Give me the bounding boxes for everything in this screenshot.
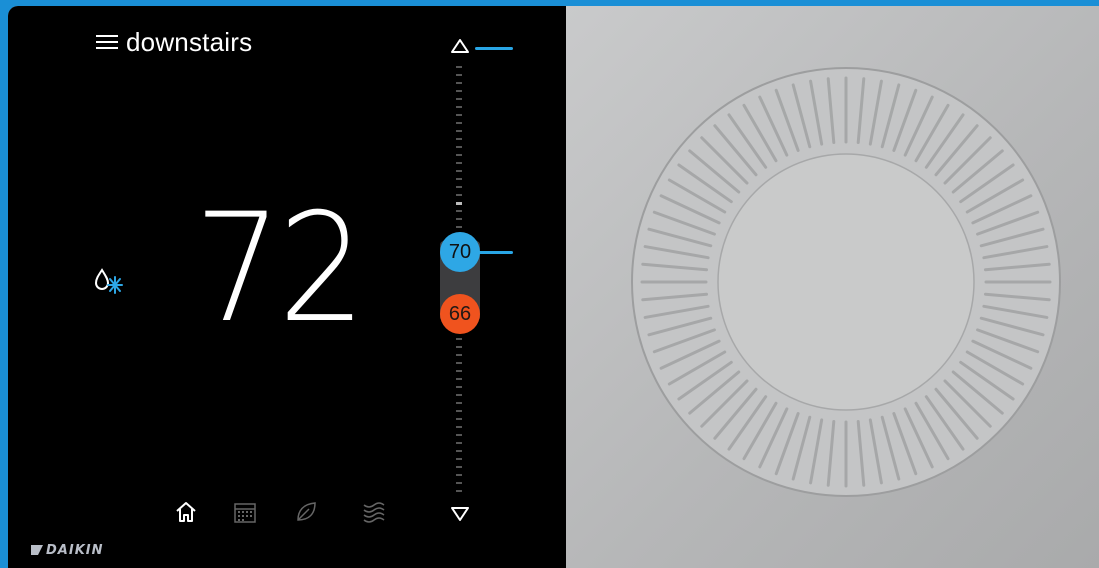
scale-tick bbox=[456, 162, 462, 164]
scale-tick bbox=[456, 98, 462, 100]
scale-tick bbox=[456, 194, 462, 196]
scale-tick bbox=[456, 482, 462, 484]
triangle-down-icon[interactable] bbox=[450, 506, 470, 522]
scale-tick bbox=[456, 338, 462, 340]
scale-tick bbox=[456, 466, 462, 468]
scale-tick bbox=[456, 354, 462, 356]
dial-center bbox=[717, 153, 975, 411]
heat-cool-auto-icon[interactable] bbox=[90, 266, 132, 296]
control-dial[interactable] bbox=[626, 62, 1066, 502]
scale-tick bbox=[456, 474, 462, 476]
thermostat-screen: downstairs 72 70 66 DAIKIN bbox=[8, 6, 566, 568]
thermostat-device: downstairs 72 70 66 DAIKIN bbox=[8, 6, 1099, 568]
scale-tick bbox=[456, 106, 462, 108]
zone-name[interactable]: downstairs bbox=[126, 27, 252, 58]
scale-tick bbox=[456, 226, 462, 228]
temperature-scale[interactable]: 70 66 bbox=[438, 36, 538, 536]
scale-tick bbox=[456, 378, 462, 380]
current-temp-marker bbox=[478, 251, 513, 254]
scale-tick bbox=[456, 458, 462, 460]
header: downstairs bbox=[96, 26, 252, 58]
brand-logo: DAIKIN bbox=[30, 541, 103, 559]
scale-tick bbox=[456, 154, 462, 156]
scale-tick bbox=[456, 442, 462, 444]
scale-tick bbox=[456, 178, 462, 180]
scale-tick bbox=[456, 210, 462, 212]
scale-tick bbox=[456, 82, 462, 84]
scale-tick bbox=[456, 138, 462, 140]
leaf-icon[interactable] bbox=[292, 498, 320, 526]
scale-tick bbox=[456, 146, 462, 148]
scale-tick bbox=[456, 66, 462, 68]
scale-tick bbox=[456, 434, 462, 436]
scale-tick bbox=[456, 202, 462, 205]
calendar-icon[interactable] bbox=[231, 498, 259, 526]
scale-tick bbox=[456, 114, 462, 116]
scale-tick bbox=[456, 186, 462, 188]
device-body bbox=[566, 6, 1099, 568]
scale-tick bbox=[456, 130, 462, 132]
bottom-nav bbox=[168, 498, 408, 528]
menu-icon[interactable] bbox=[96, 34, 118, 50]
scale-tick bbox=[456, 490, 462, 492]
scale-tick bbox=[456, 418, 462, 420]
scale-tick bbox=[456, 370, 462, 372]
scale-tick bbox=[456, 450, 462, 452]
scale-tick bbox=[456, 346, 462, 348]
cool-setpoint[interactable]: 70 bbox=[440, 232, 480, 272]
triangle-up-icon[interactable] bbox=[450, 38, 470, 54]
waves-icon[interactable] bbox=[360, 498, 388, 526]
brand-name: DAIKIN bbox=[46, 542, 104, 558]
scale-tick bbox=[456, 170, 462, 172]
daikin-mark-icon bbox=[31, 545, 43, 555]
scale-tick bbox=[456, 394, 462, 396]
scale-tick bbox=[456, 410, 462, 412]
scale-tick bbox=[456, 426, 462, 428]
home-icon[interactable] bbox=[172, 498, 200, 526]
scale-tick bbox=[456, 386, 462, 388]
heat-setpoint[interactable]: 66 bbox=[440, 294, 480, 334]
scale-tick bbox=[456, 402, 462, 404]
scale-tick bbox=[456, 122, 462, 124]
scale-tick bbox=[456, 362, 462, 364]
scale-tick bbox=[456, 90, 462, 92]
scale-tick bbox=[456, 218, 462, 220]
scale-top-marker bbox=[475, 47, 513, 50]
scale-tick bbox=[456, 74, 462, 76]
current-temperature: 72 bbox=[194, 182, 366, 356]
